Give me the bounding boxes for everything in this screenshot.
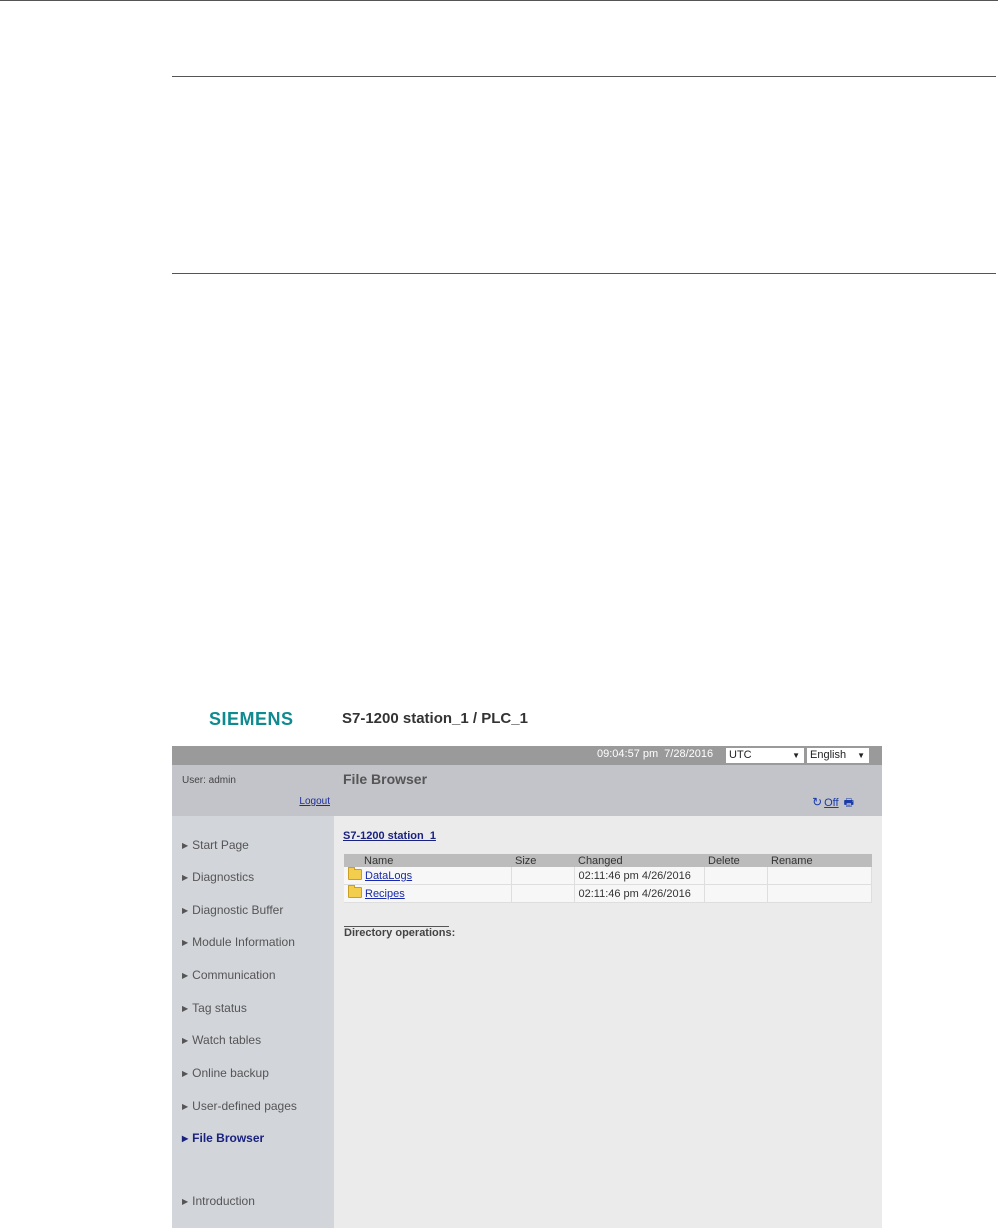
language-select[interactable]: English ▼: [807, 748, 869, 763]
triangle-right-icon: ▶: [182, 971, 189, 980]
sidebar: User: admin Logout ▶ Start Page ▶ Diagnost…: [172, 765, 334, 1228]
cell-name: Recipes: [344, 884, 512, 903]
clock: 09:04:57 pm 7/28/2016: [597, 748, 719, 760]
triangle-right-icon: ▶: [182, 1102, 189, 1111]
file-table: Name Size Changed Delete Rename DataLogs…: [344, 854, 872, 903]
document-rule-lower: [172, 273, 996, 274]
cell-delete: [704, 884, 768, 903]
cell-changed: 02:11:46 pm 4/26/2016: [574, 867, 705, 885]
chevron-down-icon: ▼: [857, 751, 865, 760]
column-header-changed: Changed: [574, 854, 704, 867]
sidebar-item-start-page[interactable]: ▶ Start Page: [182, 838, 249, 852]
language-value: English: [810, 749, 847, 761]
logout-link[interactable]: Logout: [299, 796, 330, 807]
document-rule-upper: [172, 76, 996, 77]
sidebar-item-introduction[interactable]: ▶ Introduction: [182, 1194, 255, 1208]
column-header-name: Name: [344, 854, 511, 867]
table-row: DataLogs 02:11:46 pm 4/26/2016: [344, 867, 872, 885]
sidebar-item-communication[interactable]: ▶ Communication: [182, 968, 276, 982]
page-tools: ↻ Off 🖶: [812, 794, 854, 813]
cell-changed: 02:11:46 pm 4/26/2016: [574, 884, 705, 903]
triangle-right-icon: ▶: [182, 1004, 189, 1013]
cell-rename: [767, 867, 872, 885]
timezone-value: UTC: [729, 749, 752, 761]
print-icon[interactable]: 🖶: [844, 797, 854, 809]
sidebar-item-diagnostics[interactable]: ▶ Diagnostics: [182, 870, 254, 884]
cell-delete: [704, 867, 768, 885]
triangle-right-icon: ▶: [182, 938, 189, 947]
sidebar-item-tag-status[interactable]: ▶ Tag status: [182, 1001, 247, 1015]
page-title: File Browser: [343, 771, 428, 787]
folder-link-recipes[interactable]: Recipes: [365, 888, 405, 900]
refresh-icon[interactable]: ↻: [812, 795, 822, 809]
user-box: User: admin Logout: [172, 765, 334, 816]
column-header-rename: Rename: [767, 854, 872, 867]
sidebar-item-file-browser[interactable]: ▶ File Browser: [182, 1131, 264, 1145]
cell-size: [511, 867, 575, 885]
directory-operations-label: Directory operations:: [344, 927, 456, 939]
column-header-delete: Delete: [704, 854, 767, 867]
triangle-right-icon: ▶: [182, 1134, 189, 1143]
auto-refresh-toggle[interactable]: Off: [824, 797, 838, 809]
current-time: 09:04:57 pm: [597, 748, 659, 760]
triangle-right-icon: ▶: [182, 873, 189, 882]
station-title: S7-1200 station_1 / PLC_1: [342, 710, 528, 727]
sidebar-item-watch-tables[interactable]: ▶ Watch tables: [182, 1033, 261, 1047]
folder-icon: [348, 885, 362, 898]
table-row: Recipes 02:11:46 pm 4/26/2016: [344, 884, 872, 903]
triangle-right-icon: ▶: [182, 906, 189, 915]
sidebar-item-diagnostic-buffer[interactable]: ▶ Diagnostic Buffer: [182, 903, 283, 917]
sidebar-item-module-information[interactable]: ▶ Module Information: [182, 935, 295, 949]
cell-size: [511, 884, 575, 903]
triangle-right-icon: ▶: [182, 841, 189, 850]
main-content: File Browser ↻ Off 🖶 S7-1200 station_1 Nam…: [334, 765, 882, 1228]
sidebar-item-user-defined-pages[interactable]: ▶ User-defined pages: [182, 1099, 297, 1113]
sidebar-item-online-backup[interactable]: ▶ Online backup: [182, 1066, 269, 1080]
user-label: User: admin: [182, 775, 236, 786]
triangle-right-icon: ▶: [182, 1069, 189, 1078]
triangle-right-icon: ▶: [182, 1197, 189, 1206]
siemens-logo: SIEMENS: [209, 709, 294, 729]
folder-icon: [348, 867, 362, 880]
main-header: File Browser ↻ Off 🖶: [334, 765, 882, 816]
cell-name: DataLogs: [344, 867, 512, 885]
top-status-bar: 09:04:57 pm 7/28/2016 UTC ▼ English ▼: [172, 746, 882, 765]
breadcrumb[interactable]: S7-1200 station_1: [343, 830, 436, 842]
table-header-row: Name Size Changed Delete Rename: [344, 854, 872, 867]
cell-rename: [767, 884, 872, 903]
column-header-size: Size: [511, 854, 574, 867]
triangle-right-icon: ▶: [182, 1036, 189, 1045]
folder-link-datalogs[interactable]: DataLogs: [365, 870, 412, 882]
document-top-rule: [0, 0, 998, 1]
current-date: 7/28/2016: [664, 748, 714, 760]
chevron-down-icon: ▼: [792, 751, 800, 760]
timezone-select[interactable]: UTC ▼: [726, 748, 804, 763]
